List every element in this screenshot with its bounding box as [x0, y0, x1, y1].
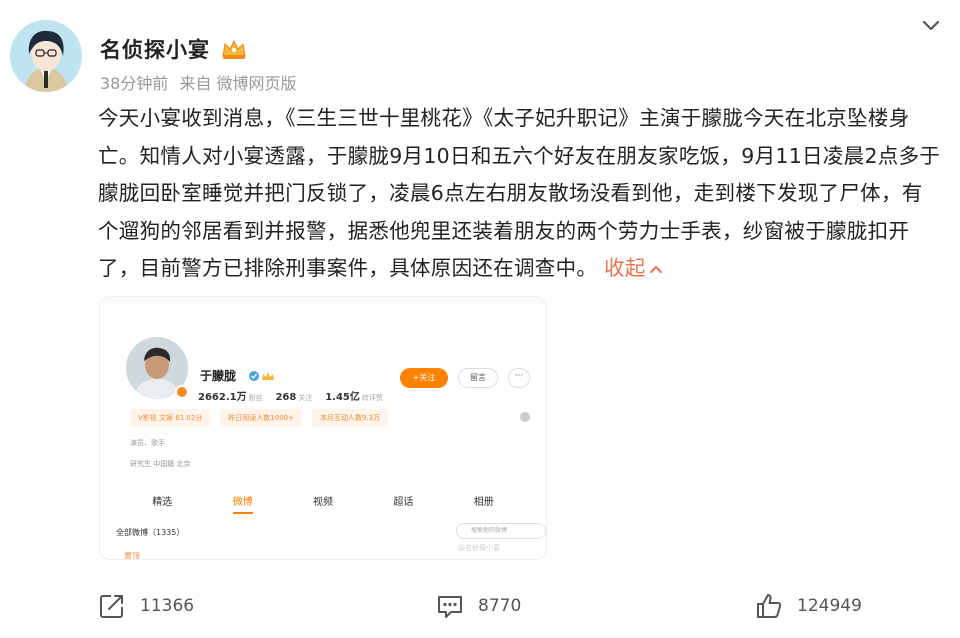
image-header-strip: [100, 297, 546, 305]
comment-icon: [438, 596, 462, 618]
post-body: 今天小宴收到消息，《三生三世十里桃花》《太子妃升职记》主演于朦胧今天在北京坠楼身…: [98, 106, 941, 280]
embedded-info-2: 研究生 中国籍 北京: [130, 460, 191, 468]
repost-icon: [100, 595, 123, 618]
embedded-name-badges: [248, 367, 278, 386]
comment-button[interactable]: 8770: [436, 592, 521, 620]
comment-count: 8770: [478, 596, 522, 616]
like-button[interactable]: 124949: [755, 592, 862, 620]
post-image[interactable]: 于朦胧 2662.1万 粉丝 268 关注 1.45亿 转评赞 +关注 留言 ··· …: [100, 297, 546, 559]
stat-value-2: 1.45亿: [325, 392, 360, 403]
author-avatar[interactable]: [10, 20, 82, 92]
embedded-tag: V影视 文娱 61.02分: [130, 409, 211, 427]
post-time[interactable]: 38分钟前: [100, 74, 168, 93]
embedded-info-1: 演员、歌手: [130, 439, 165, 447]
embedded-tab: 视频: [312, 497, 333, 508]
embedded-stats: 2662.1万 粉丝 268 关注 1.45亿 转评赞: [198, 388, 393, 403]
verified-badge-icon: [175, 385, 189, 399]
action-bar: 11366 8770 124949: [0, 592, 960, 624]
collapse-label: 收起: [604, 256, 646, 280]
chevron-up-icon: [649, 265, 662, 273]
like-count: 124949: [797, 596, 862, 616]
embedded-expand-icon: [520, 412, 530, 422]
embedded-tab-active: 微博: [232, 493, 253, 514]
embedded-follow-button: +关注: [400, 368, 448, 388]
stat-label-1: 关注: [298, 394, 313, 402]
post-source: 来自 微博网页版: [179, 74, 297, 93]
embedded-tags: V影视 文娱 61.02分 昨日阅读人数1000+ 本月互动人数9.3万: [130, 409, 389, 427]
stat-value-0: 2662.1万: [198, 392, 247, 403]
chevron-down-icon[interactable]: [920, 14, 942, 36]
embedded-pinned: 置顶: [124, 552, 140, 559]
stat-label-2: 转评赞: [361, 394, 383, 402]
embedded-tab: 相册: [473, 497, 494, 508]
embedded-message-button: 留言: [458, 368, 498, 388]
embedded-more-button: ···: [508, 368, 530, 388]
embedded-search: 搜索他的微博: [456, 523, 546, 539]
post-meta: 38分钟前 来自 微博网页版: [100, 70, 303, 94]
stat-label-0: 粉丝: [248, 394, 263, 402]
repost-button[interactable]: 11366: [98, 592, 194, 620]
embedded-tab: 超话: [393, 497, 414, 508]
embedded-tag: 本月互动人数9.3万: [311, 409, 389, 427]
author-name[interactable]: 名侦探小宴: [100, 34, 210, 64]
repost-count: 11366: [140, 596, 195, 616]
post-text: 今天小宴收到消息，《三生三世十里桃花》《太子妃升职记》主演于朦胧今天在北京坠楼身…: [98, 100, 943, 288]
embedded-tag: 昨日阅读人数1000+: [220, 409, 302, 427]
embedded-tabs: 精选 微博 视频 超话 相册: [100, 493, 546, 514]
embedded-name: 于朦胧: [200, 369, 237, 383]
collapse-link[interactable]: 收起: [604, 256, 663, 280]
stat-value-1: 268: [275, 392, 297, 403]
image-watermark: @名侦探小宴: [458, 544, 500, 552]
vip-crown-icon: [220, 38, 248, 60]
thumbs-up-icon: [757, 594, 782, 618]
embedded-all-weibo: 全部微博（1335）: [116, 528, 185, 537]
embedded-tab: 精选: [152, 497, 173, 508]
